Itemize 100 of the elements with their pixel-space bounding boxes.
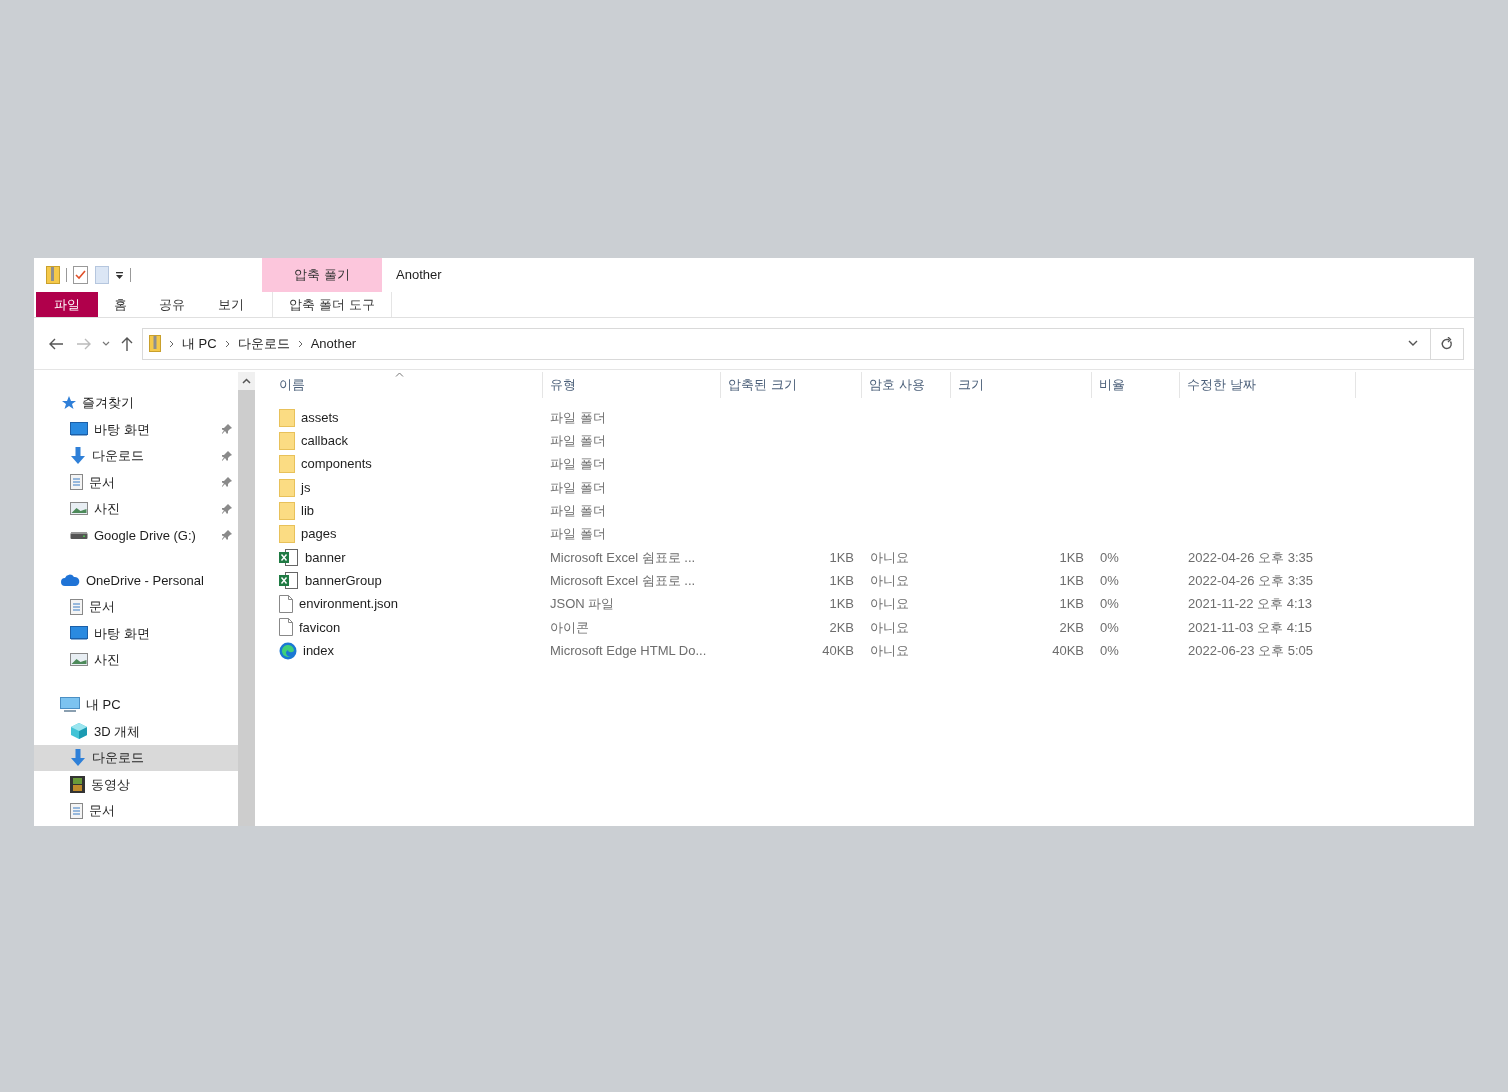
file-type: 파일 폴더 [550, 456, 606, 472]
refresh-icon[interactable] [1441, 337, 1453, 350]
monitor-icon [70, 422, 88, 437]
file-name[interactable]: callback [301, 431, 348, 451]
table-cell: 아니요 [870, 572, 909, 588]
down-arrow-icon [70, 748, 86, 767]
document-icon [70, 598, 83, 615]
column-header[interactable]: 수정한 날짜 [1180, 372, 1356, 398]
file-name[interactable]: environment.json [299, 594, 398, 614]
forward-arrow-icon[interactable] [76, 336, 92, 351]
chevron-down-icon[interactable] [102, 340, 110, 347]
nav-item[interactable]: 동영상 [34, 771, 238, 798]
file-name[interactable]: banner [305, 547, 346, 568]
nav-item[interactable]: 문서 [34, 593, 238, 620]
nav-item[interactable]: Google Drive (G:) [34, 522, 238, 549]
table-cell: 40KB [1052, 642, 1084, 658]
file-name[interactable]: favicon [299, 617, 341, 638]
breadcrumb[interactable]: 다운로드 [237, 333, 290, 354]
table-cell: 2021-11-22 오후 4:13 [1188, 596, 1313, 612]
folder-icon [279, 525, 295, 544]
nav-item[interactable]: 바탕 화면 [34, 620, 238, 647]
ribbon-tab[interactable]: 파일 [36, 292, 98, 317]
file-type: Microsoft Excel 쉼표로 ... [550, 549, 696, 565]
table-cell: 1KB [1059, 596, 1084, 612]
browser-icon [279, 641, 297, 660]
cloud-icon [60, 574, 80, 587]
monitor-icon [60, 697, 80, 713]
table-cell: 1KB [1059, 572, 1084, 588]
file-name[interactable]: index [303, 640, 335, 661]
table-cell: 0% [1100, 619, 1119, 635]
file-type: 파일 폴더 [550, 409, 606, 425]
file-name[interactable]: pages [301, 524, 337, 544]
folder-icon [279, 408, 295, 427]
nav-item[interactable]: 사진 [34, 495, 238, 522]
table-cell: 0% [1100, 596, 1119, 612]
ribbon-tab[interactable]: 홈 [98, 292, 142, 317]
film-icon [70, 775, 85, 793]
column-header[interactable]: 비율 [1092, 372, 1180, 398]
nav-item[interactable]: 바탕 화면 [34, 416, 238, 443]
chevron-right-icon [224, 339, 230, 348]
table-cell: 1KB [829, 549, 854, 565]
table-cell: 아니요 [870, 596, 909, 612]
back-arrow-icon[interactable] [48, 336, 64, 351]
scrollbar[interactable] [238, 372, 255, 826]
pin-icon[interactable] [222, 530, 232, 541]
column-header[interactable]: 크기 [951, 372, 1092, 398]
down-arrow-icon [70, 446, 86, 465]
file-type: JSON 파일 [550, 596, 615, 612]
properties-icon[interactable] [73, 266, 89, 284]
table-cell: 2021-11-03 오후 4:15 [1188, 619, 1313, 635]
drive-icon [70, 530, 88, 541]
address-bar[interactable]: 내 PC 다운로드 Another [142, 327, 1464, 360]
pin-icon[interactable] [222, 450, 232, 461]
breadcrumb[interactable]: 내 PC [182, 333, 217, 354]
table-cell: 0% [1100, 549, 1119, 565]
file-type: Microsoft Edge HTML Do... [550, 642, 707, 658]
ribbon-tab[interactable]: 공유 [142, 292, 202, 317]
file-name[interactable]: js [301, 477, 311, 498]
ribbon-tab[interactable]: 보기 [202, 292, 260, 317]
pin-icon[interactable] [222, 503, 232, 514]
file-name[interactable]: components [301, 454, 372, 474]
nav-item[interactable]: 다운로드 [34, 744, 238, 771]
nav-item[interactable]: 내 PC [34, 692, 238, 718]
nav-item[interactable]: 즐겨찾기 [34, 390, 238, 416]
file-type: 아이콘 [550, 619, 589, 635]
ribbon-tab[interactable]: 압축 폴더 도구 [272, 292, 392, 317]
table-cell: 1KB [829, 596, 854, 612]
nav-item[interactable]: OneDrive - Personal [34, 567, 238, 594]
table-cell: 1KB [829, 572, 854, 588]
pin-icon[interactable] [222, 477, 232, 488]
window-title: Another [395, 266, 442, 285]
table-cell: 40KB [822, 642, 854, 658]
scroll-up-icon[interactable] [242, 378, 251, 384]
file-name[interactable]: bannerGroup [305, 570, 382, 591]
up-arrow-icon[interactable] [120, 335, 134, 352]
blank-file-icon [279, 618, 293, 637]
dropdown-icon[interactable] [115, 270, 124, 280]
file-type: 파일 폴더 [550, 479, 606, 495]
table-cell: 아니요 [870, 642, 909, 658]
cube-icon [70, 722, 88, 741]
zip-folder-icon [149, 335, 161, 352]
breadcrumb[interactable]: Another [310, 333, 357, 354]
column-header[interactable]: 암호 사용 [862, 372, 951, 398]
file-type: 파일 폴더 [550, 433, 606, 449]
nav-item[interactable]: 다운로드 [34, 442, 238, 469]
nav-item[interactable]: 3D 개체 [34, 718, 238, 745]
nav-item[interactable]: 문서 [34, 797, 238, 824]
column-header[interactable]: 이름 [273, 372, 543, 398]
spreadsheet-icon [279, 548, 299, 566]
zip-folder-icon[interactable] [46, 266, 60, 284]
file-name[interactable]: assets [301, 407, 339, 428]
chevron-down-icon[interactable] [1408, 340, 1418, 347]
pin-icon[interactable] [222, 424, 232, 435]
column-header[interactable]: 유형 [543, 372, 721, 398]
nav-item[interactable]: 사진 [34, 646, 238, 673]
table-cell: 2022-04-26 오후 3:35 [1188, 572, 1314, 588]
column-header[interactable]: 압축된 크기 [721, 372, 862, 398]
nav-item[interactable]: 문서 [34, 469, 238, 496]
folder-icon [279, 431, 295, 450]
file-name[interactable]: lib [301, 501, 314, 521]
